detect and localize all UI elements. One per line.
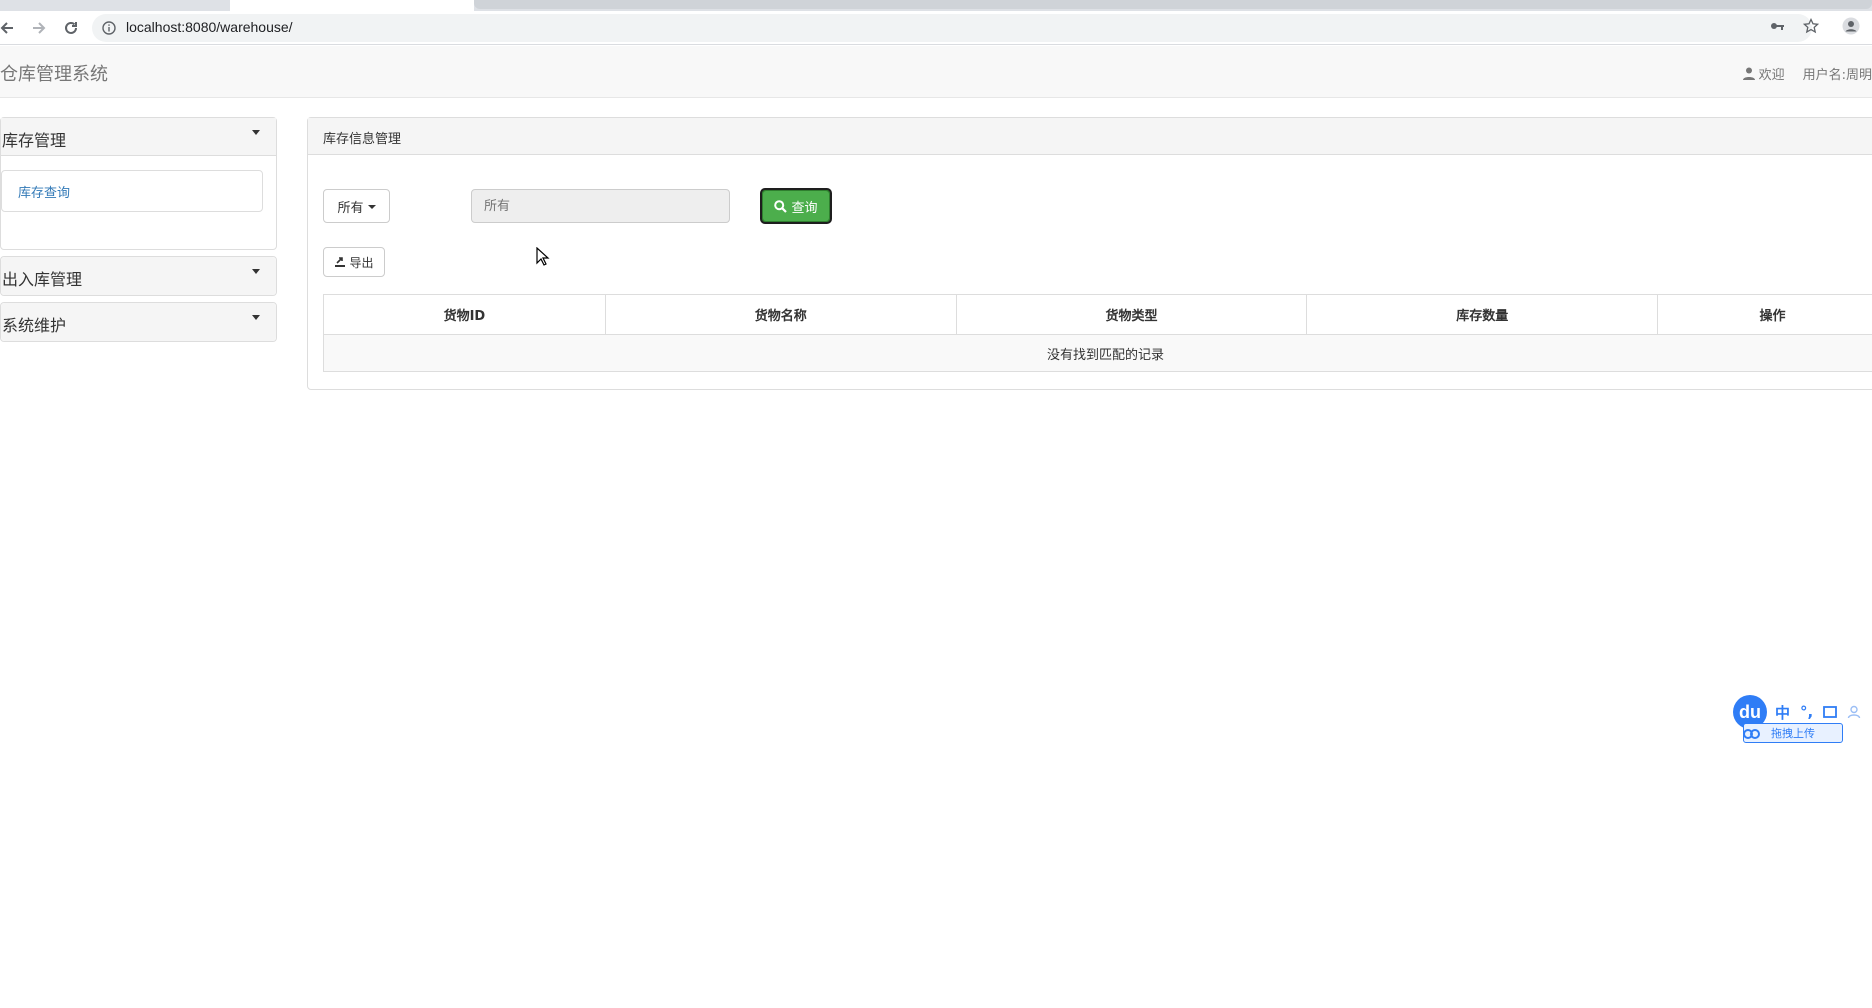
sidebar-group-inout: 出入库管理 [0, 256, 277, 296]
table-header-row: 货物ID 货物名称 货物类型 库存数量 操作 [323, 294, 1872, 335]
export-icon [335, 257, 346, 267]
column-header-goods-id[interactable]: 货物ID [323, 294, 606, 335]
site-info-icon[interactable] [102, 21, 116, 35]
export-button-label: 导出 [349, 255, 374, 270]
app-navbar: 仓库管理系统 欢迎 用户名:周明 [0, 46, 1872, 98]
export-button[interactable]: 导出 [323, 247, 385, 277]
query-button-label: 查询 [791, 200, 818, 216]
column-header-stock-qty[interactable]: 库存数量 [1306, 294, 1659, 335]
browser-tab-active[interactable] [230, 0, 474, 11]
browser-toolbar: localhost:8080/warehouse/ [0, 11, 1872, 45]
sidebar-group-body: 库存查询 [1, 156, 276, 249]
column-header-goods-name[interactable]: 货物名称 [604, 294, 957, 335]
welcome-text: 欢迎 [1758, 68, 1785, 83]
bookmark-star-icon[interactable] [1800, 15, 1822, 37]
ime-upload-label: 拖拽上传 [1771, 727, 1815, 740]
key-icon[interactable] [1766, 15, 1788, 37]
empty-table-message: 没有找到匹配的记录 [323, 334, 1872, 372]
search-input[interactable] [471, 189, 730, 223]
browser-tabstrip [0, 0, 1872, 11]
sidebar-group-system: 系统维护 [0, 302, 277, 342]
cloud-upload-icon [1743, 729, 1760, 739]
ime-mode-toggle[interactable]: 中 [1775, 702, 1790, 723]
user-area[interactable]: 欢迎 用户名:周明 [1742, 64, 1872, 83]
ime-toolbar[interactable]: du 中 °, 拖拽上传 [1733, 695, 1872, 749]
user-icon [1742, 67, 1755, 80]
mouse-cursor-icon [536, 247, 550, 266]
inventory-table: 货物ID 货物名称 货物类型 库存数量 操作 没有找到匹配的记录 [323, 294, 1872, 372]
profile-icon[interactable] [1840, 15, 1862, 37]
sidebar-group-heading[interactable]: 出入库管理 [1, 257, 276, 295]
filter-dropdown[interactable]: 所有 [323, 189, 390, 223]
ime-punct-toggle[interactable]: °, [1800, 703, 1813, 721]
sidebar-item-label: 库存查询 [18, 186, 71, 201]
url-text[interactable]: localhost:8080/warehouse/ [126, 19, 293, 35]
address-bar[interactable]: localhost:8080/warehouse/ [92, 14, 1812, 42]
caret-down-icon [252, 269, 260, 274]
sidebar-group-heading[interactable]: 系统维护 [1, 303, 276, 341]
sidebar-group-inventory: 库存管理 库存查询 [0, 117, 277, 250]
back-icon[interactable] [0, 15, 20, 41]
browser-tab-inactive[interactable] [474, 0, 1872, 9]
table-row: 没有找到匹配的记录 [323, 334, 1872, 372]
ime-keyboard-icon[interactable] [1823, 705, 1838, 719]
column-header-goods-type[interactable]: 货物类型 [955, 294, 1308, 335]
filter-dropdown-label: 所有 [337, 200, 364, 216]
reload-icon[interactable] [58, 15, 84, 41]
search-icon [774, 199, 788, 213]
username-text: 用户名:周明 [1802, 68, 1872, 83]
sidebar-item-inventory-query[interactable]: 库存查询 [1, 170, 263, 212]
app-brand[interactable]: 仓库管理系统 [0, 60, 108, 86]
caret-down-icon [252, 315, 260, 320]
panel-title: 库存信息管理 [308, 118, 1872, 155]
ime-status-bar: 中 °, [1767, 699, 1872, 725]
query-button[interactable]: 查询 [760, 188, 832, 224]
sidebar-group-label: 系统维护 [2, 316, 67, 335]
forward-icon[interactable] [26, 15, 52, 41]
caret-down-icon [367, 205, 376, 209]
sidebar: 库存管理 库存查询 出入库管理 系统维护 [0, 117, 277, 348]
sidebar-group-heading[interactable]: 库存管理 [1, 118, 276, 156]
sidebar-group-label: 出入库管理 [2, 270, 83, 289]
ime-user-icon[interactable] [1847, 705, 1861, 719]
caret-down-icon [252, 130, 260, 135]
column-header-actions: 操作 [1657, 294, 1872, 335]
sidebar-group-label: 库存管理 [2, 131, 67, 150]
